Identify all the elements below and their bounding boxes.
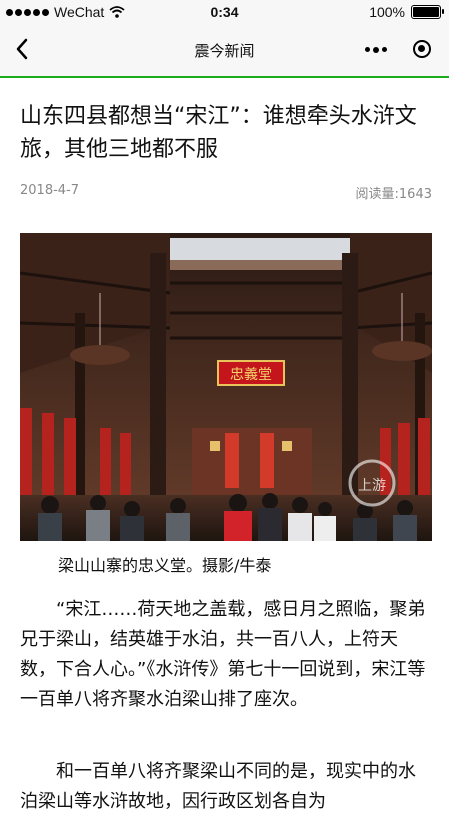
hall-photo-illustration: 忠義堂 上游 — [20, 233, 432, 541]
article-meta: 2018-4-7 阅读量:1643 — [20, 183, 432, 202]
photo-signboard: 忠義堂 — [230, 366, 272, 383]
battery-icon — [411, 5, 444, 19]
article-title: 山东四县都想当“宋江”：谁想牵头水浒文旅，其他三地都不服 — [20, 104, 417, 162]
close-mini-program-icon[interactable] — [413, 40, 431, 58]
publish-date: 2018-4-7 — [20, 183, 80, 198]
article-photo[interactable]: 忠義堂 上游 — [20, 233, 432, 541]
status-bar: WeChat 0:34 100% — [0, 0, 449, 24]
photo-watermark: 上游 — [358, 478, 386, 494]
article-paragraph-1: “宋江……荷天地之盖载，感日月之照临，聚弟兄于梁山，结英雄于水泊，共一百八人，上… — [20, 599, 426, 710]
photo-caption: 梁山山寨的忠义堂。摄影/牛泰 — [58, 556, 272, 575]
battery-percent: 100% — [369, 4, 405, 20]
more-options-icon[interactable] — [365, 46, 387, 53]
article-paragraph-2: 和一百单八将齐聚梁山不同的是，现实中的水泊梁山等水浒故地，因行政区划各自为 — [20, 761, 416, 812]
battery-area: 100% — [369, 4, 444, 20]
read-count: 阅读量:1643 — [355, 187, 432, 202]
nav-bar: 震今新闻 — [0, 24, 449, 78]
